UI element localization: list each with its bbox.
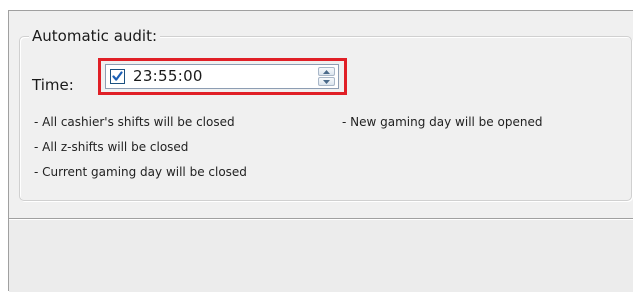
time-spinner (318, 67, 335, 86)
audit-settings-panel: Automatic audit: Time: 23:55:00 - All ca… (8, 10, 633, 292)
spin-down-button[interactable] (318, 77, 335, 86)
spin-up-button[interactable] (318, 67, 335, 76)
note-open-gaming-day: - New gaming day will be opened (342, 115, 543, 129)
time-label: Time: (32, 76, 74, 94)
note-close-gaming-day: - Current gaming day will be closed (34, 165, 247, 179)
time-value[interactable]: 23:55:00 (133, 67, 203, 86)
spin-down-arrow-icon (323, 79, 330, 84)
time-picker[interactable]: 23:55:00 (105, 64, 339, 89)
spin-up-arrow-icon (323, 69, 330, 74)
note-z-shifts: - All z-shifts will be closed (34, 140, 189, 154)
footer-area (9, 220, 633, 292)
group-title: Automatic audit: (29, 25, 161, 47)
time-enabled-checkbox[interactable] (110, 69, 125, 84)
check-icon (112, 71, 123, 81)
note-cashier-shifts: - All cashier's shifts will be closed (34, 115, 235, 129)
